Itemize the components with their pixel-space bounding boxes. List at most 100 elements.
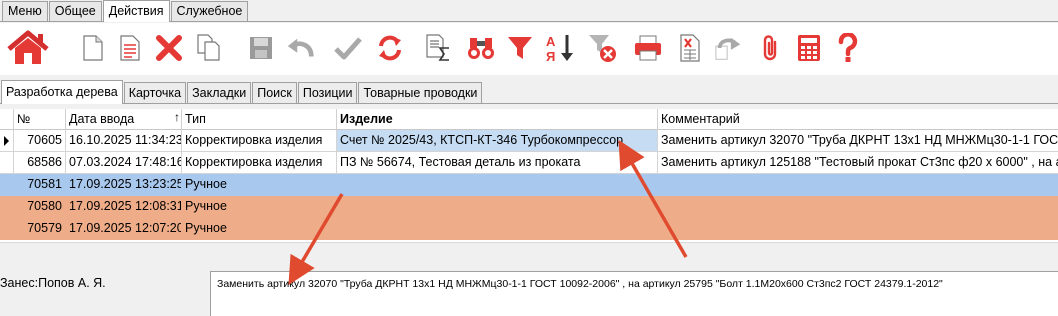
cell-product[interactable]: ПЗ № 56674, Тестовая деталь из проката (337, 152, 658, 174)
cell-product[interactable]: Счет № 2025/43, КТСП-КТ-346 Турбокомпрес… (337, 130, 658, 152)
refresh-button[interactable] (375, 31, 405, 65)
clear-filter-button[interactable] (587, 31, 617, 65)
find-binoculars-icon (468, 38, 494, 59)
cell-comment[interactable]: Заменить артикул 32070 "Труба ДКРНТ 13х1… (658, 130, 1058, 152)
cell-date[interactable]: 17.09.2025 13:23:25 (66, 174, 182, 196)
cell-comment[interactable]: Заменить артикул 125188 "Тестовый прокат… (658, 152, 1058, 174)
tab-tree-development[interactable]: Разработка дерева (1, 80, 123, 104)
attachment-icon (763, 35, 777, 61)
print-button[interactable] (633, 31, 663, 65)
column-header-product[interactable]: Изделие (337, 109, 658, 130)
attach-button[interactable] (756, 31, 786, 65)
cell-product[interactable] (337, 218, 658, 240)
cell-comment[interactable] (658, 218, 1058, 240)
current-row-arrow-icon (4, 136, 9, 146)
svg-text:Я: Я (546, 49, 555, 63)
cell-number[interactable]: 70581 (14, 174, 66, 196)
column-header-comment[interactable]: Комментарий (658, 109, 1058, 130)
help-icon (838, 33, 858, 62)
cell-comment[interactable] (658, 174, 1058, 196)
cell-product[interactable] (337, 196, 658, 218)
calculator-icon (798, 35, 820, 61)
toolbar: А Я (0, 23, 1058, 75)
column-header-type[interactable]: Тип (182, 109, 337, 130)
table-row[interactable]: 70581 17.09.2025 13:23:25 Ручное (0, 174, 1058, 196)
redo-icon (715, 37, 741, 60)
tab-card[interactable]: Карточка (123, 82, 187, 103)
refresh-icon (379, 35, 401, 61)
filter-button[interactable] (505, 31, 535, 65)
tab-goods-postings[interactable]: Товарные проводки (358, 82, 483, 103)
cell-product[interactable] (337, 174, 658, 196)
table-row[interactable]: 68586 07.03.2024 17:48:16 Корректировка … (0, 152, 1058, 174)
edit-document-button[interactable] (115, 31, 145, 65)
sum-icon (426, 34, 449, 61)
tab-menu[interactable]: Меню (2, 1, 48, 21)
row-indicator (0, 196, 14, 218)
sort-az-icon: А Я (546, 34, 573, 63)
calculator-button[interactable] (794, 31, 824, 65)
author-label: Занес:Попов А. Я. (0, 276, 106, 290)
tab-general[interactable]: Общее (48, 1, 102, 21)
tab-actions[interactable]: Действия (102, 0, 170, 22)
svg-text:А: А (546, 34, 556, 49)
tab-service[interactable]: Служебное (170, 1, 249, 21)
cell-date[interactable]: 17.09.2025 12:08:31 (66, 196, 182, 218)
sort-indicator: ↑ (174, 110, 180, 124)
confirm-button[interactable] (333, 31, 363, 65)
row-indicator (0, 130, 14, 152)
delete-icon (156, 35, 182, 61)
undo-button[interactable] (286, 31, 316, 65)
ribbon-tab-bar: Меню Общее Действия Служебное (0, 0, 1058, 22)
horizontal-scroll-area[interactable] (0, 242, 1058, 266)
cell-type[interactable]: Корректировка изделия (182, 152, 337, 174)
table-row[interactable]: 70579 17.09.2025 12:07:20 Ручное (0, 218, 1058, 240)
new-document-button[interactable] (78, 31, 108, 65)
copy-button[interactable] (194, 31, 224, 65)
cell-type[interactable]: Корректировка изделия (182, 130, 337, 152)
data-grid: № Дата ввода Тип Изделие Комментарий ↑ 7… (0, 109, 1058, 243)
cell-type[interactable]: Ручное (182, 174, 337, 196)
sum-button[interactable] (423, 31, 453, 65)
grid-header: № Дата ввода Тип Изделие Комментарий ↑ (0, 109, 1058, 130)
cell-comment[interactable] (658, 196, 1058, 218)
table-row[interactable]: 70605 16.10.2025 11:34:23 Корректировка … (0, 130, 1058, 152)
tab-search[interactable]: Поиск (252, 82, 297, 103)
cell-date[interactable]: 07.03.2024 17:48:16 (66, 152, 182, 174)
undo-icon (287, 38, 314, 57)
filter-icon (508, 37, 532, 59)
cell-number[interactable]: 70605 (14, 130, 66, 152)
find-button[interactable] (466, 31, 496, 65)
copy-icon (197, 34, 220, 61)
check-icon (334, 37, 362, 60)
clear-filter-icon (589, 35, 616, 62)
home-icon (7, 30, 49, 64)
excel-export-icon (680, 34, 700, 62)
sort-button[interactable]: А Я (545, 31, 575, 65)
row-indicator (0, 152, 14, 174)
cell-type[interactable]: Ручное (182, 218, 337, 240)
table-row[interactable]: 70580 17.09.2025 12:08:31 Ручное (0, 196, 1058, 218)
indicator-column-header (0, 109, 14, 130)
cell-number[interactable]: 70580 (14, 196, 66, 218)
save-icon (250, 37, 272, 59)
column-header-date[interactable]: Дата ввода (66, 109, 182, 130)
tab-bookmarks[interactable]: Закладки (187, 82, 252, 103)
export-excel-button[interactable] (675, 31, 705, 65)
save-button[interactable] (246, 31, 276, 65)
row-indicator (0, 218, 14, 240)
cell-date[interactable]: 17.09.2025 12:07:20 (66, 218, 182, 240)
document-text-icon (120, 35, 140, 61)
cell-number[interactable]: 68586 (14, 152, 66, 174)
cell-number[interactable]: 70579 (14, 218, 66, 240)
comment-memo[interactable]: Заменить артикул 32070 "Труба ДКРНТ 13х1… (210, 271, 1058, 316)
cell-date[interactable]: 16.10.2025 11:34:23 (66, 130, 182, 152)
home-button[interactable] (6, 30, 50, 65)
row-indicator (0, 174, 14, 196)
redo-button[interactable] (714, 31, 744, 65)
cell-type[interactable]: Ручное (182, 196, 337, 218)
help-button[interactable] (833, 31, 863, 65)
delete-button[interactable] (154, 31, 184, 65)
column-header-number[interactable]: № (14, 109, 66, 130)
tab-positions[interactable]: Позиции (297, 82, 358, 103)
